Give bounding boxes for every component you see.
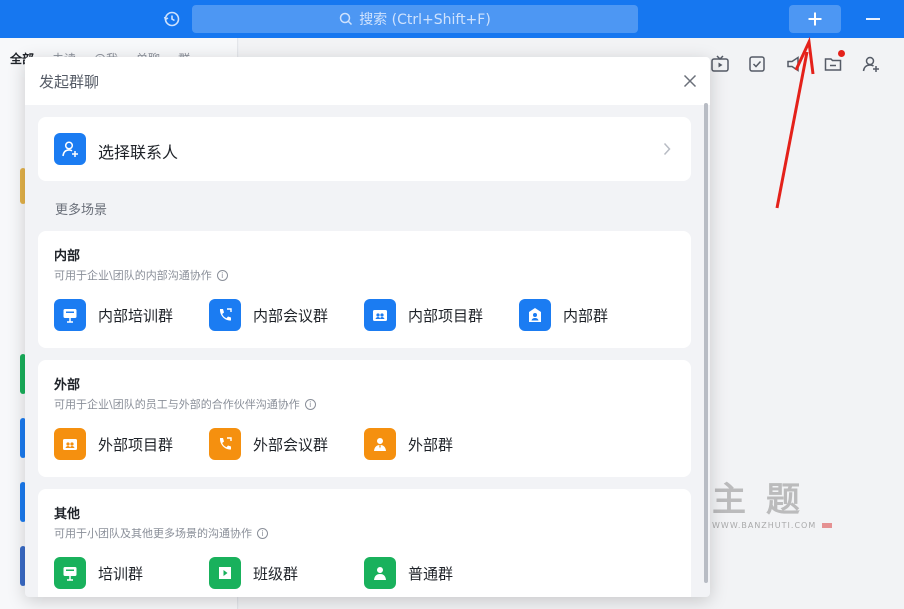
search-icon — [339, 12, 353, 26]
internal-group-icon — [519, 299, 551, 331]
section-title: 其他 — [54, 507, 81, 522]
internal-training-group-button[interactable]: 内部培训群 — [54, 299, 209, 331]
item-label: 内部会议群 — [253, 306, 329, 325]
item-label: 外部群 — [408, 435, 454, 454]
minimize-button[interactable] — [866, 18, 880, 20]
section-title: 内部 — [54, 249, 81, 264]
folder-icon[interactable] — [823, 54, 843, 74]
select-contact-button[interactable]: 选择联系人 — [38, 117, 691, 181]
live-icon[interactable] — [710, 54, 730, 74]
watermark-text: 主题 — [712, 480, 820, 520]
item-label: 班级群 — [253, 564, 299, 583]
add-member-icon[interactable] — [861, 54, 881, 74]
item-label: 外部项目群 — [98, 435, 174, 454]
info-icon[interactable]: i — [216, 269, 228, 281]
project-folder-icon — [364, 299, 396, 331]
plus-icon — [808, 12, 822, 26]
meeting-phone-icon — [209, 428, 241, 460]
training-board-icon — [54, 299, 86, 331]
info-icon[interactable]: i — [304, 398, 316, 410]
item-label: 培训群 — [98, 564, 144, 583]
dialog-scrollbar[interactable] — [704, 103, 708, 583]
dialog-title: 发起群聊 — [39, 73, 100, 91]
section-external: 外部 可用于企业\团队的员工与外部的合作伙伴沟通协作 i 外部项目群 外部会议群 … — [38, 360, 691, 477]
search-placeholder: 搜索 (Ctrl+Shift+F) — [359, 12, 491, 28]
training-board-icon — [54, 557, 86, 589]
training-group-button[interactable]: 培训群 — [54, 557, 209, 589]
class-group-button[interactable]: 班级群 — [209, 557, 364, 589]
class-book-icon — [209, 557, 241, 589]
dialog-header: 发起群聊 — [25, 57, 710, 105]
annotation-arrow-icon — [775, 36, 815, 209]
notification-dot — [838, 50, 845, 57]
section-desc: 可用于企业\团队的内部沟通协作 i — [54, 267, 228, 283]
external-meeting-group-button[interactable]: 外部会议群 — [209, 428, 364, 460]
close-icon[interactable] — [682, 73, 698, 89]
item-label: 外部会议群 — [253, 435, 329, 454]
item-label: 普通群 — [408, 564, 454, 583]
info-icon[interactable]: i — [257, 527, 268, 539]
item-label: 内部群 — [563, 306, 609, 325]
external-group-icon — [364, 428, 396, 460]
section-internal: 内部 可用于企业\团队的内部沟通协作 i 内部培训群 内部会议群 内部项目群 内部… — [38, 231, 691, 348]
external-group-button[interactable]: 外部群 — [364, 428, 519, 460]
meeting-phone-icon — [209, 299, 241, 331]
more-scenes-label: 更多场景 — [55, 203, 108, 218]
internal-meeting-group-button[interactable]: 内部会议群 — [209, 299, 364, 331]
external-project-group-button[interactable]: 外部项目群 — [54, 428, 209, 460]
section-title: 外部 — [54, 378, 81, 393]
history-icon[interactable] — [162, 9, 182, 29]
section-other: 其他 可用于小团队及其他更多场景的沟通协作 i 培训群 班级群 普通群 — [38, 489, 691, 597]
section-desc: 可用于小团队及其他更多场景的沟通协作 i — [54, 525, 268, 541]
section-desc: 可用于企业\团队的员工与外部的合作伙伴沟通协作 i — [54, 396, 316, 412]
create-group-dialog: 发起群聊 选择联系人 更多场景 内部 可用于企业\团队的内部沟通协作 i 内部培训… — [25, 57, 710, 597]
add-contact-icon — [54, 133, 86, 165]
internal-group-button[interactable]: 内部群 — [519, 299, 674, 331]
project-folder-icon — [54, 428, 86, 460]
chevron-right-icon — [663, 142, 671, 156]
select-contact-label: 选择联系人 — [98, 143, 179, 162]
watermark-url: WWW.BANZHUTI.COM — [712, 521, 833, 530]
normal-group-icon — [364, 557, 396, 589]
item-label: 内部培训群 — [98, 306, 174, 325]
create-button[interactable] — [789, 5, 841, 33]
search-input[interactable]: 搜索 (Ctrl+Shift+F) — [192, 5, 638, 33]
normal-group-button[interactable]: 普通群 — [364, 557, 519, 589]
item-label: 内部项目群 — [408, 306, 484, 325]
internal-project-group-button[interactable]: 内部项目群 — [364, 299, 519, 331]
